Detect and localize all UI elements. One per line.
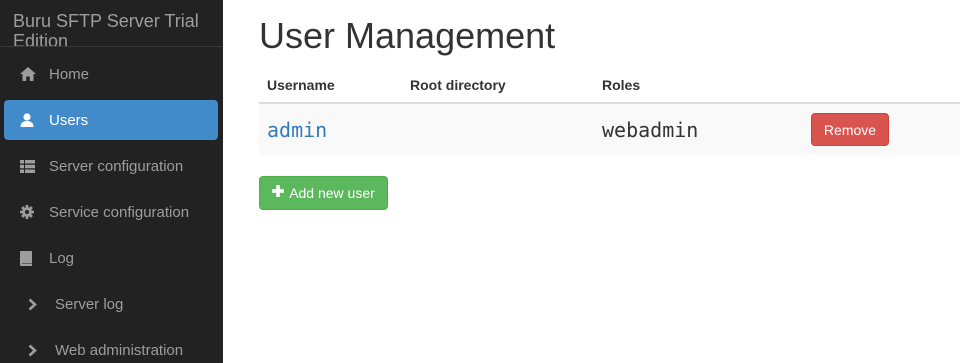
actions-cell: Remove [803, 103, 960, 155]
sidebar-item-users[interactable]: Users [4, 100, 218, 140]
username-cell: admin [259, 103, 402, 155]
column-header-username: Username [259, 66, 402, 104]
sidebar: Buru SFTP Server Trial Edition Home User… [0, 0, 223, 363]
root-directory-cell [402, 103, 594, 155]
sidebar-item-label: Web administration [55, 341, 184, 359]
user-icon [20, 113, 46, 127]
add-new-user-label: Add new user [289, 185, 375, 201]
roles-cell: webadmin [594, 103, 803, 155]
username-link[interactable]: admin [267, 118, 327, 142]
remove-user-button[interactable]: Remove [811, 113, 889, 146]
main-content: User Management Username Root directory … [223, 0, 960, 363]
users-table: Username Root directory Roles admin weba… [259, 66, 960, 155]
app-title: Buru SFTP Server Trial Edition [13, 11, 199, 47]
gear-icon [20, 205, 46, 219]
sidebar-item-label: Home [49, 65, 90, 83]
plus-icon [272, 184, 285, 202]
column-header-actions [803, 66, 960, 104]
sidebar-divider [0, 46, 223, 47]
sidebar-item-server-log[interactable]: Server log [4, 284, 218, 324]
sidebar-item-home[interactable]: Home [4, 54, 218, 94]
home-icon [20, 67, 46, 81]
sidebar-item-label: Users [49, 111, 89, 129]
column-header-root-directory: Root directory [402, 66, 594, 104]
roles-value: webadmin [602, 117, 699, 142]
add-new-user-button[interactable]: Add new user [259, 176, 388, 210]
sidebar-item-label: Log [49, 249, 75, 267]
sidebar-item-server-configuration[interactable]: Server configuration [4, 146, 218, 186]
sidebar-item-label: Server log [55, 295, 124, 313]
app-window: Buru SFTP Server Trial Edition Home User… [0, 0, 960, 363]
sidebar-item-web-administration[interactable]: Web administration [4, 330, 218, 363]
page-title: User Management [259, 15, 556, 56]
chevron-right-icon [28, 298, 54, 311]
sidebar-item-label: Server configuration [49, 157, 184, 175]
list-icon [20, 159, 46, 173]
book-icon [20, 250, 46, 266]
table-header-row: Username Root directory Roles [259, 66, 960, 104]
sidebar-item-service-configuration[interactable]: Service configuration [4, 192, 218, 232]
sidebar-item-label: Service configuration [49, 203, 190, 221]
chevron-right-icon [28, 344, 54, 357]
sidebar-item-log[interactable]: Log [4, 238, 218, 278]
table-row: admin webadmin Remove [259, 103, 960, 155]
column-header-roles: Roles [594, 66, 803, 104]
